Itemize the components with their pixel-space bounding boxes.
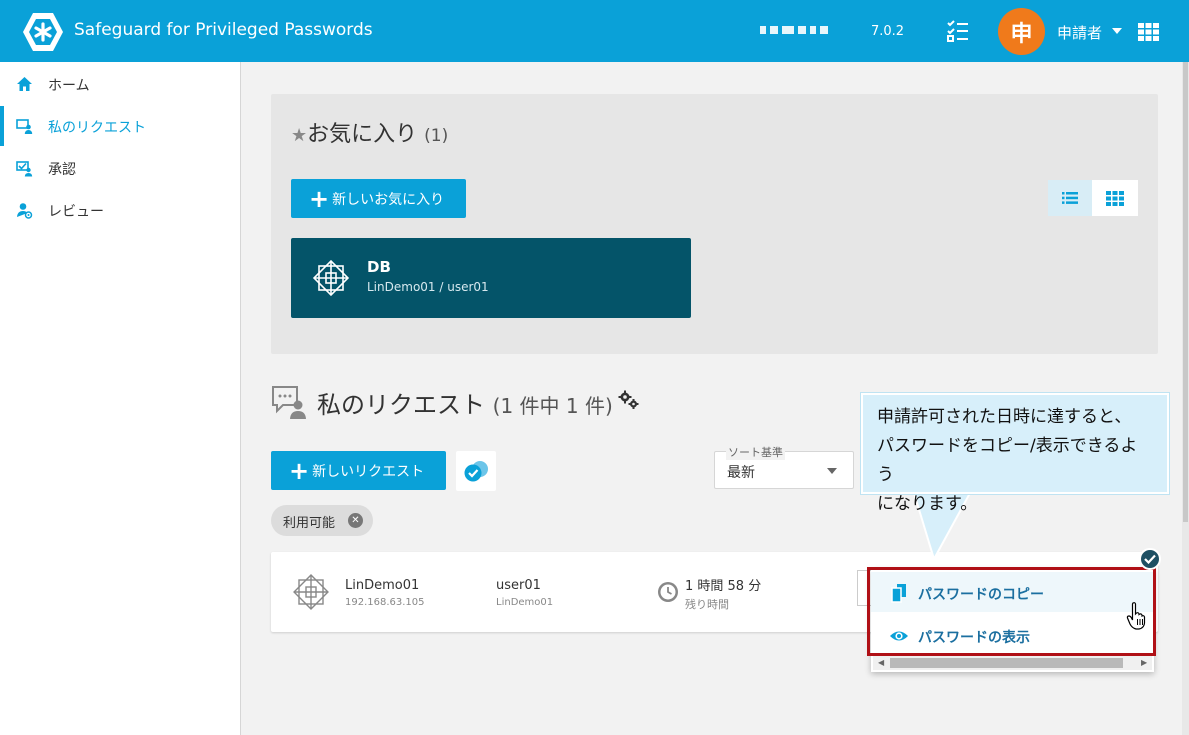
request-section-icon <box>272 386 306 419</box>
favorite-card[interactable]: DB LinDemo01 / user01 <box>291 238 691 318</box>
top-bar: Safeguard for Privileged Passwords 7.0.2… <box>0 0 1189 62</box>
callout-line: 申請許可された日時に達すると、 <box>877 407 1132 427</box>
sidebar-item-home[interactable]: ホーム <box>0 64 240 104</box>
filter-chip[interactable]: 利用可能 ✕ <box>271 505 373 536</box>
requests-title: 私のリクエスト (1 件中 1 件) <box>317 391 613 419</box>
request-icon <box>16 119 33 134</box>
sidebar-item-label: 承認 <box>48 162 76 178</box>
asset-ip: 192.168.63.105 <box>345 597 425 608</box>
sidebar: ホーム 私のリクエスト 承認 レビュー <box>0 62 241 735</box>
sidebar-item-approvals[interactable]: 承認 <box>0 148 240 188</box>
clock-icon <box>658 582 678 602</box>
horizontal-scrollbar[interactable]: ◀ ▶ <box>873 655 1152 670</box>
tasks-icon[interactable] <box>946 19 970 43</box>
caret-down-icon[interactable] <box>1112 28 1122 34</box>
time-left-label: 残り時間 <box>685 598 729 611</box>
sidebar-item-label: レビュー <box>48 204 104 220</box>
list-view-icon <box>1062 192 1078 204</box>
password-actions-menu: パスワードのコピー パスワードの表示 ◀ ▶ <box>871 569 1154 672</box>
caret-down-icon <box>827 468 837 474</box>
refresh-check-icon <box>464 461 488 482</box>
linux-asset-icon <box>293 574 329 610</box>
linux-asset-icon <box>312 259 350 297</box>
callout-line: パスワードをコピー/表示できるよう <box>877 436 1138 485</box>
apps-grid-icon[interactable] <box>1138 23 1159 41</box>
refresh-button[interactable] <box>456 451 496 491</box>
favorites-panel: ★お気に入り (1) + 新しいお気に入り DB LinDemo01 / use… <box>271 94 1158 354</box>
review-icon <box>17 203 33 219</box>
plus-icon: + <box>309 184 330 213</box>
grid-view-button[interactable] <box>1092 180 1138 216</box>
list-view-button[interactable] <box>1048 180 1092 216</box>
arrow-left-icon[interactable]: ◀ <box>878 658 884 667</box>
copy-password-menu-item[interactable]: パスワードのコピー <box>871 572 1154 612</box>
favorite-account: LinDemo01 / user01 <box>367 280 489 294</box>
new-request-button[interactable]: + 新しいリクエスト <box>271 451 446 490</box>
favorites-title: ★お気に入り (1) <box>291 122 449 147</box>
redacted-text <box>760 26 828 34</box>
plus-icon: + <box>289 456 310 485</box>
eye-icon <box>890 631 908 641</box>
star-icon: ★ <box>291 125 308 146</box>
user-menu[interactable]: 申請者 <box>1057 22 1102 43</box>
requests-count: (1 件中 1 件) <box>492 394 613 418</box>
sidebar-item-label: ホーム <box>48 78 90 94</box>
hand-cursor-icon <box>1126 602 1146 630</box>
sidebar-item-review[interactable]: レビュー <box>0 190 240 230</box>
scrollbar-thumb[interactable] <box>1183 62 1188 522</box>
account-asset: LinDemo01 <box>496 597 554 608</box>
sort-label: ソート基準 <box>726 444 785 460</box>
action-button[interactable] <box>857 570 871 606</box>
scrollbar-thumb[interactable] <box>890 658 1123 668</box>
favorite-name: DB <box>367 258 391 276</box>
sort-value: 最新 <box>727 465 755 481</box>
avatar[interactable]: 申 <box>998 8 1045 55</box>
callout-line: になります。 <box>877 494 978 514</box>
arrow-right-icon[interactable]: ▶ <box>1141 658 1147 667</box>
show-password-menu-item[interactable]: パスワードの表示 <box>871 615 1154 655</box>
asset-name: LinDemo01 <box>345 578 420 593</box>
approval-icon <box>16 161 33 177</box>
filter-chip-label: 利用可能 <box>283 516 336 531</box>
grid-view-icon <box>1106 190 1124 206</box>
close-icon[interactable]: ✕ <box>348 513 363 528</box>
favorites-count: (1) <box>424 126 449 146</box>
app-title: Safeguard for Privileged Passwords <box>74 20 373 40</box>
time-left: 1 時間 58 分 <box>685 579 762 594</box>
home-icon <box>17 77 32 91</box>
sidebar-item-label: 私のリクエスト <box>48 120 146 136</box>
check-badge-icon <box>1139 548 1161 570</box>
gears-icon[interactable] <box>618 390 640 410</box>
safeguard-logo-icon[interactable] <box>22 11 64 53</box>
tooltip-callout: 申請許可された日時に達すると、 パスワードをコピー/表示できるよう になります。 <box>861 393 1169 514</box>
version-label: 7.0.2 <box>871 24 905 39</box>
vertical-scrollbar[interactable] <box>1182 62 1189 735</box>
new-favorite-button[interactable]: + 新しいお気に入り <box>291 179 466 218</box>
copy-icon <box>891 584 906 603</box>
sidebar-item-my-requests[interactable]: 私のリクエスト <box>0 106 240 146</box>
account-name: user01 <box>496 578 541 593</box>
